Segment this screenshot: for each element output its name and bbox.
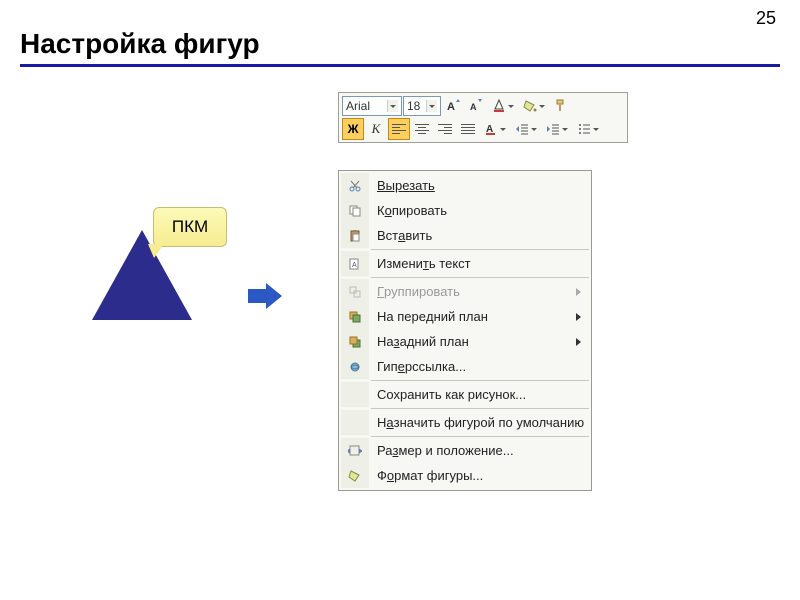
menu-separator bbox=[371, 408, 589, 409]
bullets-button[interactable] bbox=[573, 118, 603, 140]
paste-icon bbox=[341, 223, 369, 248]
chevron-right-icon bbox=[576, 288, 581, 296]
menu-separator bbox=[371, 436, 589, 437]
group-icon bbox=[341, 279, 369, 304]
decrease-indent-button[interactable] bbox=[511, 118, 541, 140]
menu-edit-text[interactable]: A Изменить текст bbox=[341, 251, 589, 276]
menu-separator bbox=[371, 249, 589, 250]
page-title: Настройка фигур bbox=[20, 28, 780, 60]
bring-front-icon bbox=[341, 304, 369, 329]
align-left-button[interactable] bbox=[388, 118, 410, 140]
menu-format-shape[interactable]: Формат фигуры... bbox=[341, 463, 589, 488]
align-justify-button[interactable] bbox=[457, 118, 479, 140]
chevron-right-icon bbox=[576, 338, 581, 346]
page-header: Настройка фигур bbox=[20, 28, 780, 60]
send-back-icon bbox=[341, 329, 369, 354]
font-name-value: Arial bbox=[346, 99, 370, 113]
menu-bring-front[interactable]: На передний план bbox=[341, 304, 589, 329]
size-icon bbox=[341, 438, 369, 463]
font-color-button[interactable] bbox=[488, 95, 518, 117]
blank-icon bbox=[341, 410, 369, 435]
font-size-combo[interactable]: 18 bbox=[403, 96, 441, 116]
chevron-right-icon bbox=[576, 313, 581, 321]
menu-group: Группировать bbox=[341, 279, 589, 304]
mini-toolbar: Arial 18 A A Ж К bbox=[338, 92, 628, 143]
italic-button[interactable]: К bbox=[365, 118, 387, 140]
menu-save-as-picture[interactable]: Сохранить как рисунок... bbox=[341, 382, 589, 407]
menu-separator bbox=[371, 380, 589, 381]
menu-set-default[interactable]: Назначить фигурой по умолчанию bbox=[341, 410, 589, 435]
context-menu: Вырезать Копировать Вставить A Изменить … bbox=[338, 170, 592, 491]
scissors-icon bbox=[341, 173, 369, 198]
align-center-button[interactable] bbox=[411, 118, 433, 140]
hyperlink-icon bbox=[341, 354, 369, 379]
grow-font-button[interactable]: A bbox=[442, 95, 464, 117]
toolbar-row-1: Arial 18 A A bbox=[342, 95, 624, 117]
callout-label: ПКМ bbox=[153, 207, 227, 247]
edit-text-icon: A bbox=[341, 251, 369, 276]
menu-hyperlink[interactable]: Гиперссылка... bbox=[341, 354, 589, 379]
menu-size-position[interactable]: Размер и положение... bbox=[341, 438, 589, 463]
menu-separator bbox=[371, 277, 589, 278]
svg-text:A: A bbox=[470, 102, 477, 112]
page-number: 25 bbox=[756, 8, 776, 29]
font-size-value: 18 bbox=[407, 99, 420, 113]
chevron-down-icon[interactable] bbox=[387, 100, 398, 112]
align-right-button[interactable] bbox=[434, 118, 456, 140]
menu-paste[interactable]: Вставить bbox=[341, 223, 589, 248]
increase-indent-button[interactable] bbox=[542, 118, 572, 140]
bold-button[interactable]: Ж bbox=[342, 118, 364, 140]
svg-text:A: A bbox=[352, 262, 357, 269]
font-name-combo[interactable]: Arial bbox=[342, 96, 402, 116]
shrink-font-button[interactable]: A bbox=[465, 95, 487, 117]
format-painter-button[interactable] bbox=[550, 95, 572, 117]
blank-icon bbox=[341, 382, 369, 407]
chevron-down-icon[interactable] bbox=[426, 100, 437, 112]
format-shape-icon bbox=[341, 463, 369, 488]
menu-send-back[interactable]: На задний план bbox=[341, 329, 589, 354]
text-highlight-button[interactable]: A bbox=[480, 118, 510, 140]
menu-copy[interactable]: Копировать bbox=[341, 198, 589, 223]
menu-cut[interactable]: Вырезать bbox=[341, 173, 589, 198]
copy-icon bbox=[341, 198, 369, 223]
svg-text:A: A bbox=[447, 101, 455, 113]
toolbar-row-2: Ж К A bbox=[342, 118, 624, 140]
shape-fill-button[interactable] bbox=[519, 95, 549, 117]
title-underline bbox=[20, 64, 780, 67]
